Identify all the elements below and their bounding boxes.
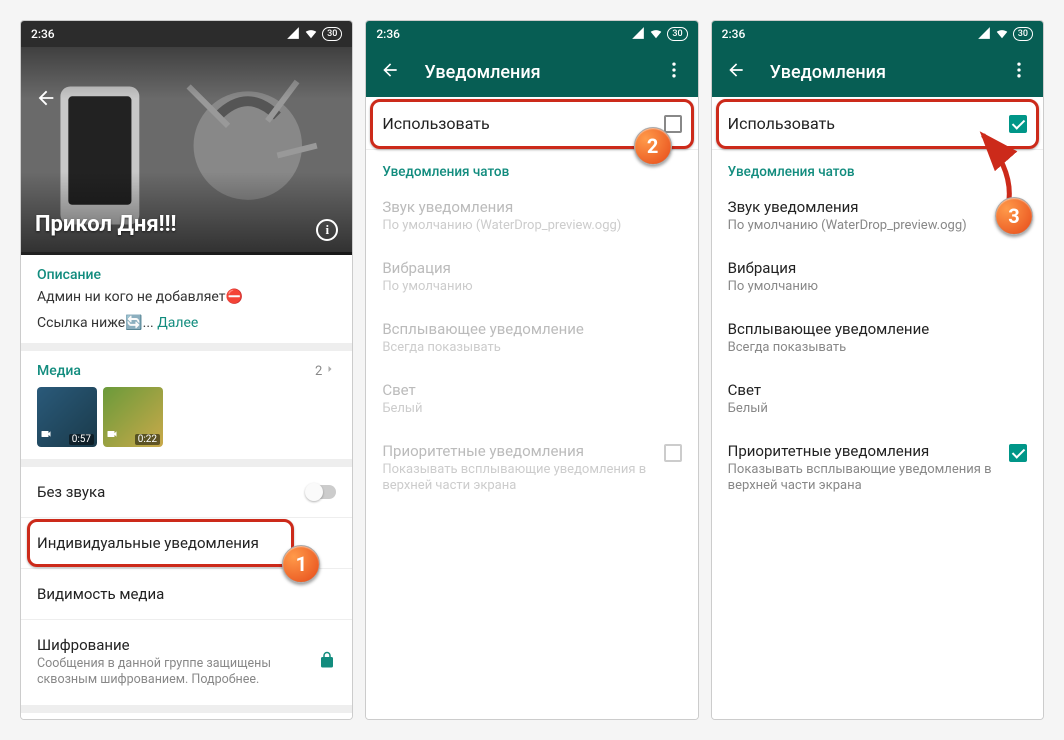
- more-icon[interactable]: [1009, 60, 1029, 84]
- section-chats-label: Уведомления чатов: [712, 150, 1043, 186]
- media-duration: 0:22: [135, 434, 160, 445]
- description-line2: Ссылка ниже🔄... Далее: [37, 315, 336, 331]
- screen-notifications-on: 2:36 30 Уведомления Использовать 3 Уведо…: [711, 20, 1044, 720]
- status-icons: 30: [286, 26, 342, 43]
- use-custom-checkbox[interactable]: [1009, 115, 1027, 133]
- use-custom-checkbox[interactable]: [664, 115, 682, 133]
- signal-icon: [631, 26, 645, 43]
- sound-row: Звук уведомленияПо умолчанию (WaterDrop_…: [366, 186, 697, 247]
- use-custom-label: Использовать: [728, 114, 1009, 133]
- media-card[interactable]: Медиа 2 0:57 0:22: [21, 351, 352, 467]
- status-icons: 30: [977, 26, 1033, 43]
- custom-notifications-label: Индивидуальные уведомления: [37, 534, 336, 552]
- back-arrow-icon[interactable]: [380, 60, 400, 84]
- popup-row: Всплывающее уведомлениеВсегда показывать: [366, 308, 697, 369]
- vibration-row: ВибрацияПо умолчанию: [366, 247, 697, 308]
- priority-checkbox: [664, 444, 682, 462]
- use-custom-row[interactable]: Использовать: [366, 97, 697, 150]
- settings-body: Использовать 2 Уведомления чатов Звук ув…: [366, 97, 697, 719]
- description-line1: Админ ни кого не добавляет⛔: [37, 289, 336, 305]
- chevron-right-icon: [324, 363, 336, 379]
- encryption-title: Шифрование: [37, 636, 308, 654]
- popup-row[interactable]: Всплывающее уведомлениеВсегда показывать: [712, 308, 1043, 369]
- media-count: 2: [315, 363, 336, 379]
- light-row: СветБелый: [366, 369, 697, 430]
- description-label: Описание: [37, 267, 336, 283]
- status-time: 2:36: [31, 27, 55, 41]
- mute-toggle[interactable]: [306, 485, 336, 499]
- vibration-row[interactable]: ВибрацияПо умолчанию: [712, 247, 1043, 308]
- signal-icon: [286, 26, 300, 43]
- toolbar: Уведомления: [366, 47, 697, 97]
- battery-icon: 30: [1013, 27, 1033, 41]
- light-row[interactable]: СветБелый: [712, 369, 1043, 430]
- media-visibility-label: Видимость медиа: [37, 585, 336, 603]
- toolbar-title: Уведомления: [770, 62, 985, 83]
- custom-notifications-row[interactable]: Индивидуальные уведомления: [21, 517, 352, 568]
- signal-icon: [977, 26, 991, 43]
- participants-row[interactable]: 148 участников: [21, 713, 352, 720]
- battery-icon: 30: [322, 27, 342, 41]
- encryption-row[interactable]: Шифрование Сообщения в данной группе защ…: [21, 619, 352, 705]
- toolbar-title: Уведомления: [424, 62, 639, 83]
- use-custom-label: Использовать: [382, 114, 663, 133]
- status-icons: 30: [631, 26, 687, 43]
- lock-icon: [318, 651, 336, 673]
- media-label: Медиа: [37, 363, 81, 379]
- media-thumb[interactable]: 0:22: [103, 387, 163, 447]
- mute-label: Без звука: [37, 483, 306, 501]
- more-icon[interactable]: [664, 60, 684, 84]
- sound-row[interactable]: Звук уведомленияПо умолчанию (WaterDrop_…: [712, 186, 1043, 247]
- priority-checkbox[interactable]: [1009, 444, 1027, 462]
- encryption-sub: Сообщения в данной группе защищены сквоз…: [37, 656, 308, 689]
- description-more-link[interactable]: Далее: [157, 315, 198, 331]
- status-time: 2:36: [376, 27, 400, 41]
- wifi-icon: [649, 26, 663, 43]
- participants-card: 148 участников: [21, 713, 352, 720]
- description-card[interactable]: Описание Админ ни кого не добавляет⛔ Ссы…: [21, 255, 352, 351]
- status-bar: 2:36 30: [712, 21, 1043, 47]
- back-arrow-icon[interactable]: [35, 87, 57, 113]
- video-icon: [106, 425, 118, 444]
- status-time: 2:36: [722, 27, 746, 41]
- battery-icon: 30: [667, 27, 687, 41]
- screen-notifications-off: 2:36 30 Уведомления Использовать 2 Уведо…: [365, 20, 698, 720]
- group-header: Прикол Дня!!! i: [21, 47, 352, 255]
- priority-row: Приоритетные уведомленияПоказывать всплы…: [366, 430, 697, 508]
- priority-row[interactable]: Приоритетные уведомленияПоказывать всплы…: [712, 430, 1043, 508]
- settings-body: Использовать 3 Уведомления чатов Звук ув…: [712, 97, 1043, 719]
- media-visibility-row[interactable]: Видимость медиа: [21, 568, 352, 619]
- screen-group-info: 2:36 30 Прикол Дня!!! i Описание Админ н…: [20, 20, 353, 720]
- group-info-body: Описание Админ ни кого не добавляет⛔ Ссы…: [21, 255, 352, 719]
- use-custom-row[interactable]: Использовать: [712, 97, 1043, 150]
- video-icon: [40, 425, 52, 444]
- mute-row[interactable]: Без звука: [21, 467, 352, 517]
- media-duration: 0:57: [69, 434, 94, 445]
- status-bar: 2:36 30: [21, 21, 352, 47]
- toolbar: Уведомления: [712, 47, 1043, 97]
- section-chats-label: Уведомления чатов: [366, 150, 697, 186]
- wifi-icon: [995, 26, 1009, 43]
- wifi-icon: [304, 26, 318, 43]
- settings-card: Без звука Индивидуальные уведомления Вид…: [21, 467, 352, 713]
- media-thumbs: 0:57 0:22: [37, 387, 336, 447]
- status-bar: 2:36 30: [366, 21, 697, 47]
- media-thumb[interactable]: 0:57: [37, 387, 97, 447]
- back-arrow-icon[interactable]: [726, 60, 746, 84]
- group-title: Прикол Дня!!!: [35, 212, 176, 237]
